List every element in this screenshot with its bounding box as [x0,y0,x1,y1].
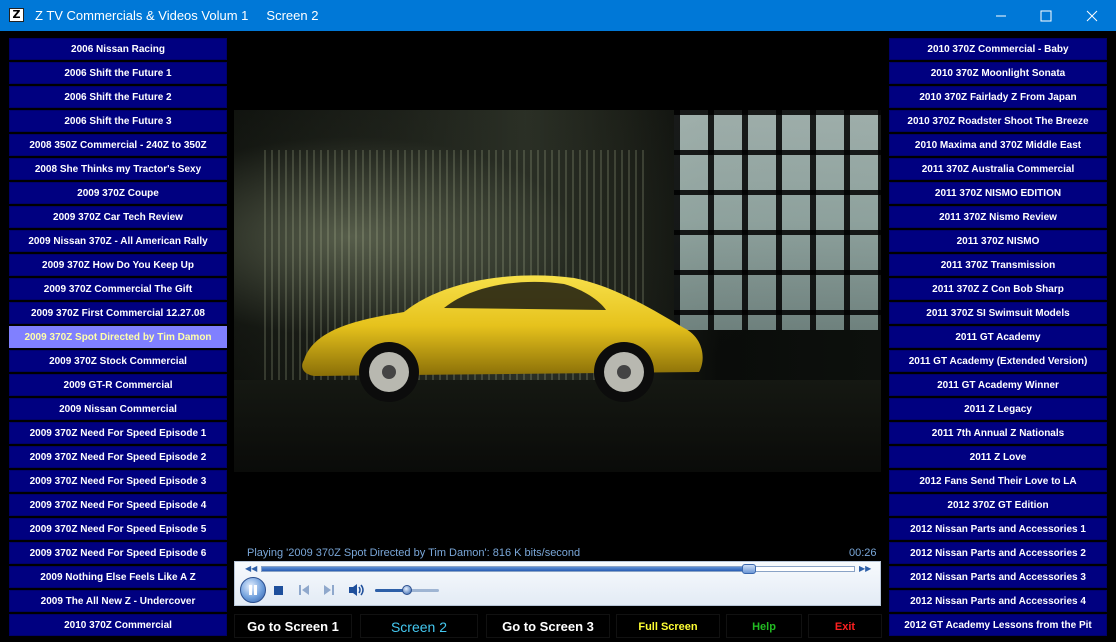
video-list-item[interactable]: 2009 Nissan 370Z - All American Rally [9,230,227,252]
video-list-item[interactable]: 2009 370Z How Do You Keep Up [9,254,227,276]
video-list-item[interactable]: 2012 Nissan Parts and Accessories 2 [889,542,1107,564]
seek-back-icon[interactable]: ◀◀ [245,564,257,573]
video-list-item[interactable]: 2011 370Z Nismo Review [889,206,1107,228]
minimize-icon [996,15,1006,17]
seek-handle[interactable] [742,564,757,574]
video-list-item[interactable]: 2009 370Z Need For Speed Episode 5 [9,518,227,540]
right-video-list: 2010 370Z Commercial - Baby 2010 370Z Moo… [889,38,1107,638]
video-list-item[interactable]: 2009 370Z Commercial The Gift [9,278,227,300]
seek-bar[interactable] [261,564,855,574]
video-list-item[interactable]: 2006 Shift the Future 2 [9,86,227,108]
video-display[interactable] [234,38,881,544]
video-list-item[interactable]: 2006 Shift the Future 1 [9,62,227,84]
video-list-item[interactable]: 2011 GT Academy (Extended Version) [889,350,1107,372]
video-list-item[interactable]: 2012 GT Academy Lessons from the Pit [889,614,1107,636]
video-list-item[interactable]: 2009 370Z Need For Speed Episode 2 [9,446,227,468]
video-list-item[interactable]: 2006 Nissan Racing [9,38,227,60]
close-button[interactable] [1069,0,1115,31]
playback-status: Playing '2009 370Z Spot Directed by Tim … [247,547,581,559]
pause-button[interactable] [240,577,266,603]
video-list-item[interactable]: 2009 370Z Spot Directed by Tim Damon [9,326,227,348]
video-list-item[interactable]: 2009 370Z First Commercial 12.27.08 [9,302,227,324]
next-track-icon[interactable] [323,584,335,596]
go-to-screen-3-button[interactable]: Go to Screen 3 [486,614,610,638]
video-list-item[interactable]: 2009 Nothing Else Feels Like A Z [9,566,227,588]
video-list-item[interactable]: 2008 She Thinks my Tractor's Sexy [9,158,227,180]
video-list-item[interactable]: 2011 Z Love [889,446,1107,468]
video-list-item[interactable]: 2009 370Z Need For Speed Episode 1 [9,422,227,444]
video-list-item[interactable]: 2012 370Z GT Edition [889,494,1107,516]
video-list-item[interactable]: 2009 370Z Coupe [9,182,227,204]
previous-track-icon[interactable] [298,584,310,596]
video-list-item[interactable]: 2011 370Z SI Swimsuit Models [889,302,1107,324]
stop-button[interactable] [274,586,283,595]
seek-forward-icon[interactable]: ▶▶ [859,564,871,573]
video-list-item[interactable]: 2011 GT Academy Winner [889,374,1107,396]
left-video-list: 2006 Nissan Racing 2006 Shift the Future … [9,38,227,638]
video-list-item[interactable]: 2011 370Z Australia Commercial [889,158,1107,180]
exit-button[interactable]: Exit [808,614,882,638]
volume-handle[interactable] [402,585,412,595]
video-list-item[interactable]: 2011 370Z NISMO [889,230,1107,252]
video-list-item[interactable]: 2012 Nissan Parts and Accessories 3 [889,566,1107,588]
yellow-sports-car-image [302,275,703,402]
minimize-button[interactable] [978,0,1024,31]
video-frame [234,110,881,472]
video-list-item[interactable]: 2012 Nissan Parts and Accessories 1 [889,518,1107,540]
video-list-item[interactable]: 2009 GT-R Commercial [9,374,227,396]
maximize-icon [1040,10,1052,22]
video-list-item[interactable]: 2012 Nissan Parts and Accessories 4 [889,590,1107,612]
playback-time: 00:26 [849,547,877,559]
video-list-item[interactable]: 2012 Fans Send Their Love to LA [889,470,1107,492]
video-list-item[interactable]: 2010 Maxima and 370Z Middle East [889,134,1107,156]
video-list-item[interactable]: 2006 Shift the Future 3 [9,110,227,132]
window-title: Z TV Commercials & Videos Volum 1 Screen… [35,8,319,23]
volume-slider[interactable] [375,585,439,595]
video-list-item[interactable]: 2011 GT Academy [889,326,1107,348]
go-to-screen-1-button[interactable]: Go to Screen 1 [234,614,352,638]
maximize-button[interactable] [1023,0,1069,31]
video-list-item[interactable]: 2010 370Z Moonlight Sonata [889,62,1107,84]
video-list-item[interactable]: 2010 370Z Roadster Shoot The Breeze [889,110,1107,132]
video-list-item[interactable]: 2009 370Z Car Tech Review [9,206,227,228]
title-bar: Z Z TV Commercials & Videos Volum 1 Scre… [0,0,1116,31]
video-list-item[interactable]: 2011 Z Legacy [889,398,1107,420]
full-screen-button[interactable]: Full Screen [616,614,720,638]
help-button[interactable]: Help [726,614,802,638]
seek-progress [262,567,748,571]
app-icon-letter: Z [12,8,21,21]
video-list-item[interactable]: 2009 370Z Need For Speed Episode 3 [9,470,227,492]
volume-icon[interactable] [348,583,366,597]
video-list-item[interactable]: 2010 370Z Commercial - Baby [889,38,1107,60]
video-list-item[interactable]: 2011 7th Annual Z Nationals [889,422,1107,444]
video-list-item[interactable]: 2011 370Z NISMO EDITION [889,182,1107,204]
close-icon [1086,10,1098,22]
video-list-item[interactable]: 2009 The All New Z - Undercover [9,590,227,612]
video-list-item[interactable]: 2010 370Z Fairlady Z From Japan [889,86,1107,108]
player-controls: ◀◀ ▶▶ [234,561,881,606]
screen-2-indicator[interactable]: Screen 2 [360,614,478,638]
app-icon[interactable]: Z [9,8,24,22]
video-list-item[interactable]: 2011 370Z Transmission [889,254,1107,276]
video-list-item[interactable]: 2010 370Z Commercial [9,614,227,636]
video-list-item[interactable]: 2009 370Z Need For Speed Episode 4 [9,494,227,516]
video-list-item[interactable]: 2008 350Z Commercial - 240Z to 350Z [9,134,227,156]
video-list-item[interactable]: 2009 370Z Need For Speed Episode 6 [9,542,227,564]
video-list-item[interactable]: 2009 Nissan Commercial [9,398,227,420]
video-list-item[interactable]: 2009 370Z Stock Commercial [9,350,227,372]
video-list-item[interactable]: 2011 370Z Z Con Bob Sharp [889,278,1107,300]
